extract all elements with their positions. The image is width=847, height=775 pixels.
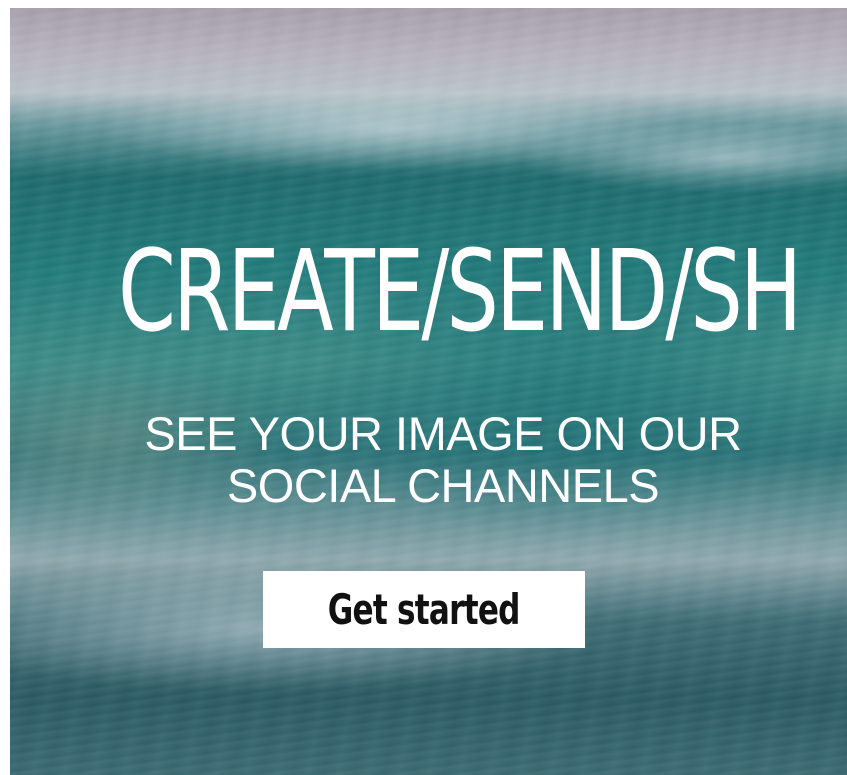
hero-banner: CREATE/SEND/SH SEE YOUR IMAGE ON OUR SOC… — [10, 8, 847, 775]
get-started-button-label: Get started — [328, 585, 521, 634]
page: CREATE/SEND/SH SEE YOUR IMAGE ON OUR SOC… — [0, 0, 847, 775]
hero-subheadline: SEE YOUR IMAGE ON OUR SOCIAL CHANNELS — [144, 407, 742, 512]
get-started-button[interactable]: Get started — [263, 571, 585, 648]
hero-headline: CREATE/SEND/SH — [118, 227, 802, 357]
